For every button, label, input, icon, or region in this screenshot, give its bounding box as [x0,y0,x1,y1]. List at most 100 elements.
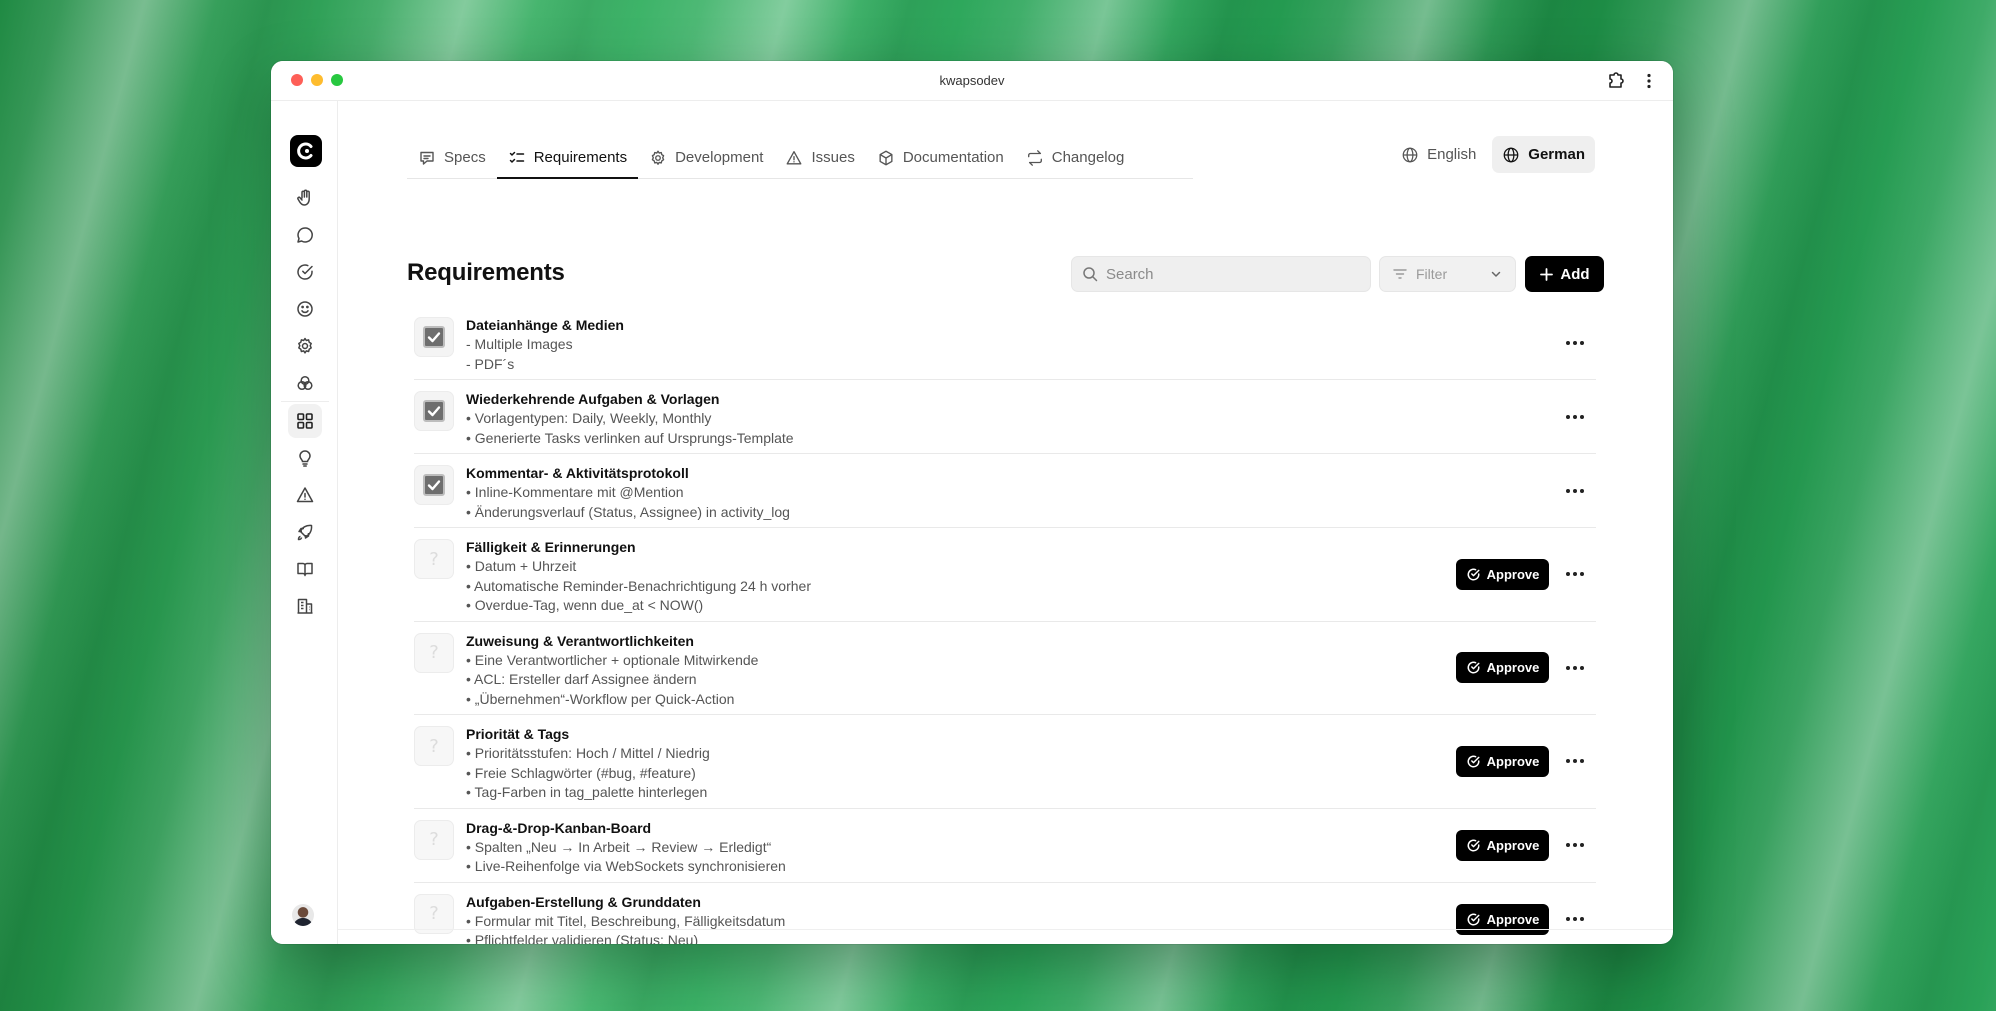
gear-icon [651,150,665,165]
requirement-actions: Approve [1456,622,1596,715]
requirement-title: Zuweisung & Verantwortlichkeiten [466,632,694,649]
pending-status-icon[interactable]: ? [414,819,454,860]
requirement-row: ? Priorität & Tags • Prioritätsstufen: H… [414,715,1596,809]
warning-icon[interactable] [288,478,322,512]
add-requirement-button[interactable]: Add [1525,256,1604,292]
requirement-detail-line: • Freie Schlagwörter (#bug, #feature) [466,764,696,781]
lightbulb-icon[interactable] [288,441,322,475]
globe-icon [1503,147,1519,162]
tab-issues[interactable]: Issues [774,137,865,178]
pending-status-icon[interactable]: ? [414,726,454,766]
check-circle-icon [1467,568,1480,581]
tab-label: Requirements [533,149,628,166]
requirement-row: ? Aufgaben-Erstellung & Grunddaten • For… [414,883,1596,945]
pending-status-icon[interactable]: ? [414,539,454,579]
more-options-icon[interactable] [1561,403,1589,431]
window-menu-icon[interactable] [1639,71,1659,91]
requirement-details: • Spalten „Neu → In Arbeit → Review → Er… [466,838,1596,877]
tab-documentation[interactable]: Documentation [866,137,1015,178]
tab-label: Changelog [1051,149,1125,166]
more-options-icon[interactable] [1561,747,1589,775]
content-bottom-divider [338,929,1673,930]
extension-icon[interactable] [1605,71,1625,91]
requirement-detail-line: - PDF´s [466,355,515,372]
sidebar [271,101,338,944]
requirement-title: Aufgaben-Erstellung & Grunddaten [466,893,701,910]
plus-icon [1540,267,1554,281]
requirement-actions [1561,306,1596,379]
requirement-detail-line: • Pflichtfelder validieren (Status: Neu) [466,932,699,944]
more-options-icon[interactable] [1561,477,1589,505]
more-options-icon[interactable] [1561,654,1589,682]
tab-changelog[interactable]: Changelog [1015,137,1136,178]
requirement-row: Kommentar- & Aktivitätsprotokoll • Inlin… [414,454,1596,528]
smiley-icon[interactable] [288,292,322,326]
hexagon-icon [879,150,893,165]
tab-label: Specs [444,149,486,166]
page-title: Requirements [407,259,565,286]
completed-checkbox[interactable] [414,391,454,431]
requirement-detail-line: • Datum + Uhrzeit [466,558,577,574]
chevron-down-icon [1491,271,1501,277]
requirement-title: Dateianhänge & Medien [466,317,624,333]
tab-requirements[interactable]: Requirements [496,137,639,179]
requirement-row: ? Drag-&-Drop-Kanban-Board • Spalten „Ne… [414,809,1596,883]
approve-button[interactable]: Approve [1456,652,1549,684]
app-window: kwapsodev Specs Requirements Development… [271,61,1673,944]
tab-development[interactable]: Development [638,137,774,178]
filter-dropdown[interactable]: Filter [1379,256,1516,292]
requirement-title: Fälligkeit & Erinnerungen [466,539,636,555]
approve-label: Approve [1486,660,1540,676]
language-german-button[interactable]: German [1492,136,1595,173]
add-label: Add [1560,265,1590,283]
requirement-details: • Datum + Uhrzeit • Automatische Reminder… [466,557,1596,616]
checkmark-icon [423,474,445,496]
requirement-actions: Approve [1456,715,1596,808]
requirement-detail-line: • Tag-Farben in tag_palette hinterlegen [466,784,708,800]
pending-status-icon[interactable]: ? [414,632,454,673]
chat-bubble-icon [420,151,434,165]
warning-icon [787,150,802,165]
requirement-title: Priorität & Tags [466,726,570,742]
book-icon[interactable] [288,552,322,586]
language-english-button[interactable]: English [1391,136,1486,173]
requirement-detail-line: • ACL: Ersteller darf Assignee ändern [466,671,697,687]
approve-button[interactable]: Approve [1456,558,1549,590]
check-circle-icon [1467,913,1480,925]
requirement-row: Dateianhänge & Medien - Multiple Images -… [414,306,1596,380]
tab-specs[interactable]: Specs [407,137,497,178]
requirement-detail-line: • Vorlagentypen: Daily, Weekly, Monthly [466,410,712,426]
approve-button[interactable]: Approve [1456,829,1549,861]
search-field[interactable] [1071,256,1371,292]
search-input[interactable] [1106,265,1356,283]
app-logo[interactable] [290,135,322,167]
tab-label: Issues [811,149,855,166]
approve-button[interactable]: Approve [1456,745,1549,777]
approve-label: Approve [1486,837,1540,853]
grid-icon[interactable] [288,404,322,438]
requirement-actions: Approve [1456,809,1596,882]
more-options-icon[interactable] [1561,329,1589,357]
circles-icon[interactable] [288,366,322,400]
sidebar-divider [281,401,329,402]
settings-icon[interactable] [288,329,322,363]
check-circle-icon[interactable] [288,255,322,289]
requirement-detail-line: • Änderungsverlauf (Status, Assignee) in… [466,503,790,520]
more-options-icon[interactable] [1561,831,1589,859]
requirement-details: • Formular mit Titel, Beschreibung, Fäll… [466,912,1596,945]
filter-label: Filter [1416,266,1448,282]
rocket-icon[interactable] [288,515,322,549]
user-avatar[interactable] [292,904,314,926]
completed-checkbox[interactable] [414,465,454,505]
requirement-details: • Inline-Kommentare mit @Mention • Änderu… [466,483,1596,522]
hand-icon[interactable] [288,181,322,215]
building-icon[interactable] [288,589,322,623]
more-options-icon[interactable] [1561,560,1589,588]
pending-status-icon[interactable]: ? [414,893,454,934]
completed-checkbox[interactable] [414,317,454,357]
chat-icon[interactable] [288,218,322,252]
requirement-details: • Prioritätsstufen: Hoch / Mittel / Nied… [466,744,1596,803]
arrows-icon [1027,149,1042,166]
requirement-detail-line: • Generierte Tasks verlinken auf Ursprun… [466,429,794,446]
requirement-actions [1561,380,1596,453]
